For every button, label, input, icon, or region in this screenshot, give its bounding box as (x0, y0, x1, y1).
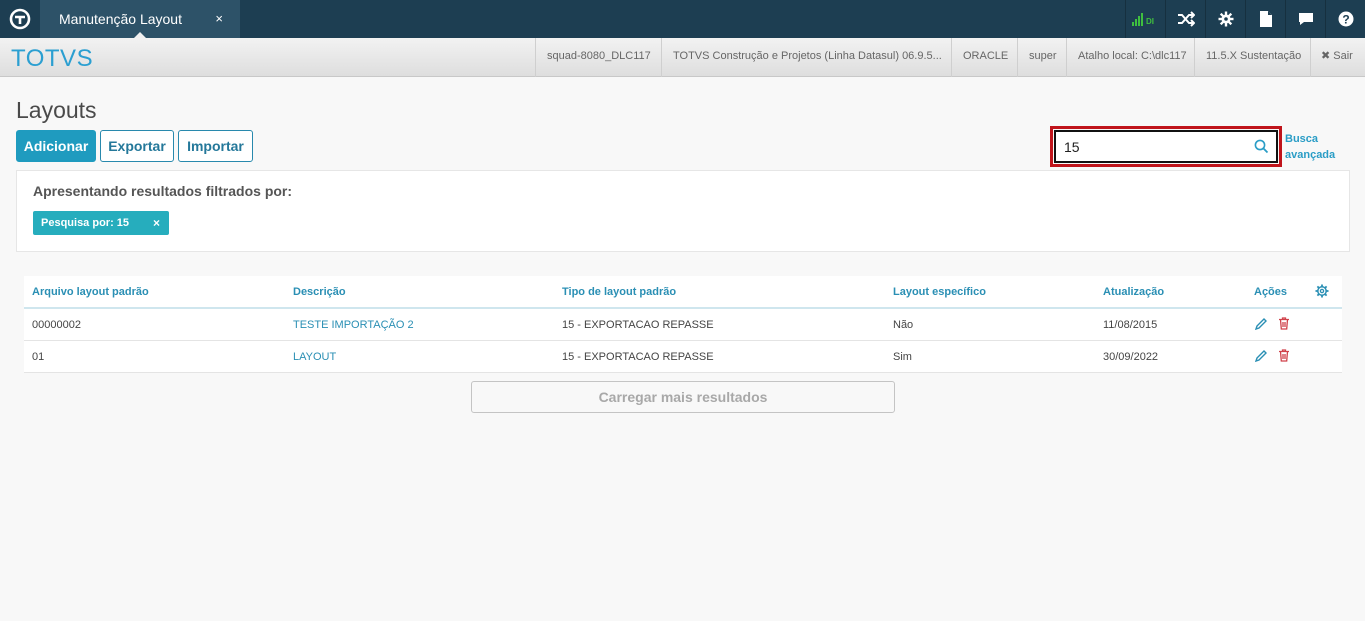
column-header-type[interactable]: Tipo de layout padrão (562, 286, 676, 298)
info-database: ORACLE (951, 38, 1017, 77)
cell-specific: Não (893, 319, 914, 331)
edit-pencil-icon[interactable] (1254, 349, 1268, 367)
tab-close-icon[interactable]: × (215, 11, 223, 26)
filter-panel: Apresentando resultados filtrados por: P… (16, 170, 1350, 252)
advanced-search-link[interactable]: Busca avançada (1285, 131, 1345, 163)
filter-chip-label: Pesquisa por: 15 (41, 217, 130, 229)
cell-type: 15 - EXPORTACAO REPASSE (562, 351, 714, 363)
column-header-description[interactable]: Descrição (293, 286, 346, 298)
search-icon[interactable] (1254, 139, 1269, 159)
cell-updated: 30/09/2022 (1103, 351, 1159, 363)
delete-trash-icon[interactable] (1278, 317, 1290, 335)
tab-title: Manutenção Layout (59, 11, 182, 27)
filter-chip: Pesquisa por: 15 × (33, 211, 169, 235)
column-header-specific[interactable]: Layout específico (893, 286, 986, 298)
add-button[interactable]: Adicionar (16, 130, 96, 162)
page-title: Layouts (16, 97, 97, 123)
table-header: Arquivo layout padrão Descrição Tipo de … (24, 276, 1342, 309)
logout-button[interactable]: ✖ Sair (1310, 38, 1365, 77)
signal-label: DI (1146, 17, 1154, 26)
table-row: 01 LAYOUT 15 - EXPORTACAO REPASSE Sim 30… (24, 341, 1342, 373)
help-icon[interactable]: ? (1325, 0, 1365, 38)
info-server: squad-8080_DLC117 (535, 38, 661, 77)
load-more-button[interactable]: Carregar mais resultados (471, 381, 895, 413)
signal-icon[interactable]: DI (1125, 0, 1165, 38)
document-icon[interactable] (1245, 0, 1285, 38)
import-button[interactable]: Importar (178, 130, 253, 162)
cell-type: 15 - EXPORTACAO REPASSE (562, 319, 714, 331)
cell-specific: Sim (893, 351, 912, 363)
delete-trash-icon[interactable] (1278, 349, 1290, 367)
column-settings-gear-icon[interactable] (1315, 284, 1329, 303)
info-product: TOTVS Construção e Projetos (Linha Datas… (661, 38, 951, 77)
layouts-table: Arquivo layout padrão Descrição Tipo de … (24, 276, 1342, 373)
gear-icon[interactable] (1205, 0, 1245, 38)
info-user: super (1017, 38, 1066, 77)
app-logo-icon[interactable] (0, 0, 40, 38)
column-header-actions: Ações (1254, 286, 1288, 298)
table-row: 00000002 TESTE IMPORTAÇÃO 2 15 - EXPORTA… (24, 309, 1342, 341)
filter-title: Apresentando resultados filtrados por: (33, 183, 293, 199)
cell-updated: 11/08/2015 (1103, 319, 1158, 331)
top-bar: Manutenção Layout × DI ? (0, 0, 1365, 38)
column-header-updated[interactable]: Atualização (1103, 286, 1164, 298)
svg-text:?: ? (1342, 13, 1349, 27)
cell-description-link[interactable]: LAYOUT (293, 351, 336, 363)
export-button[interactable]: Exportar (100, 130, 174, 162)
search-input[interactable] (1064, 138, 1244, 156)
chat-icon[interactable] (1285, 0, 1325, 38)
cell-file: 00000002 (32, 319, 81, 331)
info-shortcut: Atalho local: C:\dlc117 (1066, 38, 1194, 77)
edit-pencil-icon[interactable] (1254, 317, 1268, 335)
info-version: 11.5.X Sustentação (1194, 38, 1310, 77)
chip-close-icon[interactable]: × (153, 216, 160, 230)
cell-description-link[interactable]: TESTE IMPORTAÇÃO 2 (293, 319, 414, 331)
cell-file: 01 (32, 351, 45, 363)
column-header-file[interactable]: Arquivo layout padrão (32, 286, 149, 298)
search-box (1054, 130, 1278, 163)
brand-logo: TOTVS (11, 45, 94, 72)
shuffle-icon[interactable] (1165, 0, 1205, 38)
